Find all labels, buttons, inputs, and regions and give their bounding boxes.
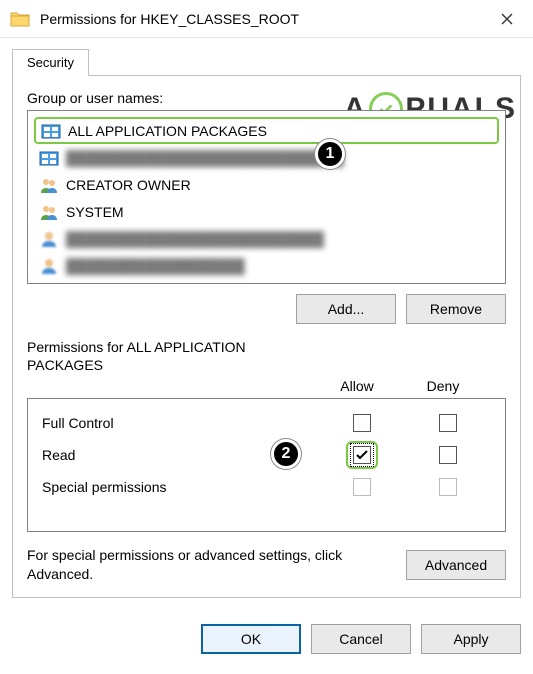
list-item-blurred-2[interactable]: ██████████████████████████ — [34, 225, 499, 252]
deny-special-checkbox — [439, 478, 457, 496]
deny-column-header: Deny — [400, 378, 486, 394]
permissions-listbox: Full Control Read 2 Special permissi — [27, 398, 506, 532]
title-bar: Permissions for HKEY_CLASSES_ROOT — [0, 0, 533, 38]
user-icon — [38, 229, 60, 249]
list-item-label: ██████████████████ — [66, 258, 245, 274]
list-item-all-application-packages[interactable]: ALL APPLICATION PACKAGES — [34, 117, 499, 144]
permissions-for-label: Permissions for ALL APPLICATION PACKAGES — [27, 338, 287, 374]
advanced-note: For special permissions or advanced sett… — [27, 546, 396, 582]
permissions-header: Allow Deny — [27, 378, 506, 394]
close-button[interactable] — [487, 4, 527, 34]
add-button[interactable]: Add... — [296, 294, 396, 324]
list-item-label: ALL APPLICATION PACKAGES — [68, 123, 267, 139]
group-user-listbox[interactable]: ALL APPLICATION PACKAGES ███████████████… — [27, 110, 506, 284]
perm-row-special: Special permissions — [42, 471, 491, 503]
list-item-blurred-1[interactable]: ████████████████████████████ — [34, 144, 499, 171]
ok-button[interactable]: OK — [201, 624, 301, 654]
list-item-blurred-3[interactable]: ██████████████████ — [34, 252, 499, 279]
list-item-label: ██████████████████████████ — [66, 231, 324, 247]
package-icon — [38, 148, 60, 168]
package-icon — [40, 121, 62, 141]
allow-special-checkbox — [353, 478, 371, 496]
window-title: Permissions for HKEY_CLASSES_ROOT — [40, 11, 487, 27]
dialog-footer: OK Cancel Apply — [0, 610, 533, 654]
apply-button[interactable]: Apply — [421, 624, 521, 654]
group-names-label: Group or user names: — [27, 90, 506, 106]
cancel-button[interactable]: Cancel — [311, 624, 411, 654]
list-item-label: ████████████████████████████ — [66, 150, 344, 166]
list-item-label: CREATOR OWNER — [66, 177, 191, 193]
allow-read-checkbox[interactable] — [353, 446, 371, 464]
list-item-system[interactable]: SYSTEM — [34, 198, 499, 225]
allow-column-header: Allow — [314, 378, 400, 394]
folder-icon — [10, 10, 30, 28]
list-item-creator-owner[interactable]: CREATOR OWNER — [34, 171, 499, 198]
remove-button[interactable]: Remove — [406, 294, 506, 324]
perm-row-read: Read 2 — [42, 439, 491, 471]
perm-name: Special permissions — [42, 479, 319, 495]
deny-full-control-checkbox[interactable] — [439, 414, 457, 432]
advanced-button[interactable]: Advanced — [406, 550, 506, 580]
deny-read-checkbox[interactable] — [439, 446, 457, 464]
users-icon — [38, 175, 60, 195]
annotation-callout-1: 1 — [315, 139, 345, 169]
allow-read-highlight — [346, 441, 378, 469]
security-panel: Group or user names: ALL APPLICATION PAC… — [12, 75, 521, 598]
allow-full-control-checkbox[interactable] — [353, 414, 371, 432]
annotation-callout-2: 2 — [271, 439, 301, 469]
perm-row-full-control: Full Control — [42, 407, 491, 439]
perm-name: Full Control — [42, 415, 319, 431]
tab-security[interactable]: Security — [12, 49, 89, 76]
list-item-label: SYSTEM — [66, 204, 124, 220]
users-icon — [38, 202, 60, 222]
user-icon — [38, 256, 60, 276]
